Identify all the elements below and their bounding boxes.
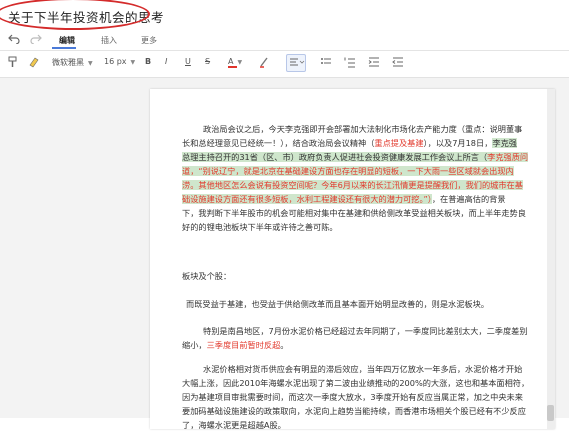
font-color-button[interactable]: A ▼ bbox=[228, 57, 242, 66]
paragraph-line: 大幅上涨，因此2010年海螺水泥出现了第二波由业绩推动的200%的大涨，这也和基… bbox=[182, 378, 530, 388]
red-text: 重点提及基建 bbox=[374, 138, 424, 148]
highlighter-icon[interactable] bbox=[258, 56, 270, 70]
paragraph-line: 而既受益于基建，也受益于供给侧改革而且基本面开始明显改善的，则是水泥板块。 bbox=[186, 299, 489, 309]
highlighted-text: 总理主持召开的31省（区、市）政府负责人促进社会投资健康发展工作会议上所言（ bbox=[182, 152, 488, 162]
paragraph-line: 长和总经理意见已经统一！），结合政治局会议精神（重点提及基建），以及7月18日，… bbox=[182, 138, 517, 148]
title-bar: 关于下半年投资机会的思考 bbox=[0, 0, 569, 30]
paragraph-line: 要加码基础设施建设的政策取向，水泥向上趋势当能持续，而香港市场相关个股已经有不少… bbox=[182, 406, 526, 416]
format-toolbar: 微软雅黑 ▼ 16 px ▼ B I U S A ▼ bbox=[0, 51, 569, 78]
section-heading: 板块及个股： bbox=[182, 271, 232, 281]
paragraph-line: 涝。其他地区怎么会说有投资空间呢？今年6月以来的长江汛情更是提醒我们，我们的城市… bbox=[182, 180, 523, 191]
chevron-down-icon: ▼ bbox=[237, 59, 243, 66]
font-size-value: 16 px bbox=[104, 57, 127, 66]
strikethrough-button[interactable]: S bbox=[205, 57, 210, 66]
font-family-select[interactable]: 微软雅黑 ▼ bbox=[52, 57, 93, 68]
highlighted-red-text: 涝。其他地区怎么会说有投资空间呢？今年6月以来的长江汛情更是提醒我们，我们的城市… bbox=[182, 180, 523, 190]
chevron-down-icon: ▼ bbox=[88, 60, 93, 67]
paragraph-line: 下，我判断下半年股市的机会可能相对集中在基建和供给侧改革受益相关板块，而上半年走… bbox=[182, 208, 526, 218]
scrollbar-track[interactable] bbox=[547, 89, 555, 429]
active-tab-indicator bbox=[52, 47, 76, 49]
paragraph-line: 了，海螺水泥更是超越A股。 bbox=[182, 420, 286, 430]
tab-bar: 编辑 插入 更多 bbox=[0, 30, 569, 51]
font-color-swatch bbox=[228, 66, 237, 68]
highlighted-red-text: 础设施建设方面还有很多短板，水利工程建设还有很大的潜力可挖。”） bbox=[182, 194, 432, 204]
tab-edit[interactable]: 编辑 bbox=[59, 35, 75, 46]
paragraph-line: 总理主持召开的31省（区、市）政府负责人促进社会投资健康发展工作会议上所言（李克… bbox=[182, 152, 529, 163]
highlighted-red-text: 李克强质问 bbox=[487, 152, 529, 162]
redo-icon[interactable] bbox=[30, 32, 42, 47]
paragraph-line: 特别是南昌地区，7月份水泥价格已经超过去年同期了，一季度同比差别太大，二季度差别 bbox=[203, 326, 528, 336]
paragraph-line: 道，“别说辽宁，就是北京在基础建设方面也存在明显的短板，一下大雨一些区域就会出现… bbox=[182, 166, 514, 177]
format-painter-icon[interactable] bbox=[8, 56, 18, 70]
paragraph-line: 因为基建项目审批需要时间，而这次一季度大放水，3季度开始有反应当属正常，加之中央… bbox=[182, 392, 523, 402]
scrollbar-thumb[interactable] bbox=[547, 405, 554, 421]
paragraph-line: 水泥价格相对货币供应会有明显的滞后效应，当年四万亿放水一年多后，水泥价格才开始 bbox=[203, 364, 523, 374]
document-page[interactable]: 政治局会议之后，今天李克强即开会部署加大法制化市场化去产能力度（重点：说明董事 … bbox=[150, 89, 555, 430]
paragraph-line: 础设施建设方面还有很多短板，水利工程建设还有很大的潜力可挖。”），在普遍高估的背… bbox=[182, 194, 506, 204]
paragraph-line: 政治局会议之后，今天李克强即开会部署加大法制化市场化去产能力度（重点：说明董事 bbox=[203, 124, 523, 134]
bold-button[interactable]: B bbox=[145, 57, 151, 66]
align-button[interactable] bbox=[286, 54, 306, 72]
highlighted-red-text: 道，“别说辽宁，就是北京在基础建设方面也存在明显的短板，一下大雨一些区域就会出现… bbox=[182, 166, 514, 176]
bullet-list-icon[interactable] bbox=[320, 56, 332, 70]
eraser-icon[interactable] bbox=[28, 56, 40, 70]
document-canvas: 政治局会议之后，今天李克强即开会部署加大法制化市场化去产能力度（重点：说明董事 … bbox=[0, 78, 569, 430]
red-text: 三季度目前暂时反超 bbox=[206, 340, 281, 350]
paragraph-line: 好的的锂电池板块下半年或许待之善可陈。 bbox=[182, 222, 338, 232]
font-family-value: 微软雅黑 bbox=[52, 58, 84, 67]
undo-icon[interactable] bbox=[8, 32, 20, 47]
chevron-down-icon: ▼ bbox=[130, 59, 136, 66]
underline-button[interactable]: U bbox=[185, 57, 191, 66]
numbered-list-icon[interactable] bbox=[344, 56, 356, 70]
font-color-letter: A bbox=[228, 57, 234, 66]
paragraph-line: 缩小，三季度目前暂时反超。 bbox=[182, 340, 289, 350]
align-icon bbox=[290, 58, 305, 66]
outdent-icon[interactable] bbox=[392, 56, 404, 70]
tab-more[interactable]: 更多 bbox=[141, 35, 157, 46]
indent-icon[interactable] bbox=[368, 56, 380, 70]
italic-button[interactable]: I bbox=[165, 57, 167, 66]
highlighted-text: 李克强 bbox=[492, 138, 517, 148]
tab-insert[interactable]: 插入 bbox=[101, 35, 117, 46]
font-size-select[interactable]: 16 px ▼ bbox=[104, 57, 135, 66]
